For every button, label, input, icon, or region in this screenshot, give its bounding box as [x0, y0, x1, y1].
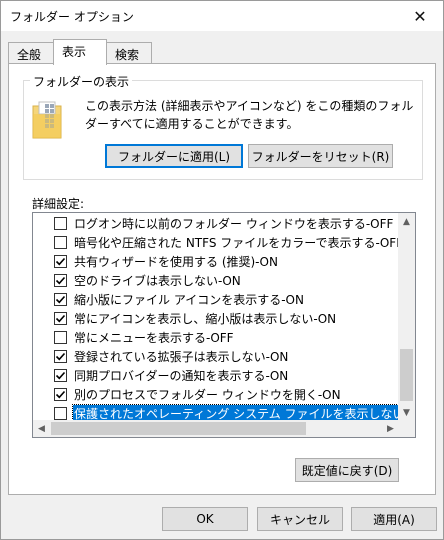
- setting-checkbox[interactable]: [54, 407, 67, 420]
- checkmark-icon: [55, 295, 66, 304]
- setting-label: 暗号化や圧縮された NTFS ファイルをカラーで表示する-OFF: [74, 236, 399, 250]
- checkmark-icon: [55, 276, 66, 285]
- setting-checkbox[interactable]: [54, 312, 67, 325]
- advanced-settings-label: 詳細設定:: [32, 197, 85, 211]
- setting-row[interactable]: 同期プロバイダーの通知を表示する-ON: [33, 367, 399, 384]
- checkmark-icon: [55, 390, 66, 399]
- setting-label: 共有ウィザードを使用する (推奨)-ON: [74, 255, 278, 269]
- horizontal-scroll-thumb[interactable]: [51, 422, 306, 435]
- setting-row[interactable]: 縮小版にファイル アイコンを表示する-ON: [33, 291, 399, 308]
- setting-checkbox[interactable]: [54, 350, 67, 363]
- apply-to-folders-button[interactable]: フォルダーに適用(L): [105, 144, 243, 168]
- checkmark-icon: [55, 352, 66, 361]
- setting-row[interactable]: 常にメニューを表示する-OFF: [33, 329, 399, 346]
- reset-folders-button[interactable]: フォルダーをリセット(R): [248, 144, 393, 168]
- setting-row[interactable]: 空のドライブは表示しない-ON: [33, 272, 399, 289]
- scroll-up-icon[interactable]: ▲: [398, 213, 415, 230]
- setting-row[interactable]: 保護されたオペレーティング システム ファイルを表示しない (推奨)-OFF: [33, 404, 399, 421]
- setting-row[interactable]: 暗号化や圧縮された NTFS ファイルをカラーで表示する-OFF: [33, 234, 399, 251]
- apply-button[interactable]: 適用(A): [351, 507, 437, 531]
- close-icon: ✕: [413, 6, 427, 26]
- window-title: フォルダー オプション: [10, 10, 134, 24]
- checkmark-icon: [55, 257, 66, 266]
- setting-checkbox[interactable]: [54, 369, 67, 382]
- setting-checkbox[interactable]: [54, 217, 67, 230]
- setting-row[interactable]: 常にアイコンを表示し、縮小版は表示しない-ON: [33, 310, 399, 327]
- setting-checkbox[interactable]: [54, 388, 67, 401]
- restore-defaults-button[interactable]: 既定値に戻す(D): [295, 458, 399, 482]
- ok-button[interactable]: OK: [162, 507, 248, 531]
- setting-checkbox[interactable]: [54, 236, 67, 249]
- setting-checkbox[interactable]: [54, 293, 67, 306]
- setting-label: 空のドライブは表示しない-ON: [74, 274, 241, 288]
- setting-label: 保護されたオペレーティング システム ファイルを表示しない (推奨)-OFF: [71, 404, 399, 421]
- tab-general[interactable]: 全般: [8, 42, 54, 64]
- setting-label: 常にメニューを表示する-OFF: [74, 331, 234, 345]
- setting-label: 縮小版にファイル アイコンを表示する-ON: [74, 293, 304, 307]
- close-button[interactable]: ✕: [397, 1, 443, 31]
- setting-label: ログオン時に以前のフォルダー ウィンドウを表示する-OFF: [74, 217, 394, 231]
- vertical-scrollbar[interactable]: ▲ ▼: [398, 213, 415, 421]
- folder-view-description: この表示方法 (詳細表示やアイコンなど) をこの種類のフォルダーすべてに適用する…: [85, 99, 414, 131]
- setting-checkbox[interactable]: [54, 331, 67, 344]
- setting-label: 常にアイコンを表示し、縮小版は表示しない-ON: [74, 312, 337, 326]
- checkmark-icon: [55, 371, 66, 380]
- scroll-corner: [398, 420, 415, 437]
- setting-label: 別のプロセスでフォルダー ウィンドウを開く-ON: [74, 388, 341, 402]
- tab-view[interactable]: 表示: [53, 39, 107, 65]
- setting-checkbox[interactable]: [54, 274, 67, 287]
- setting-row[interactable]: 共有ウィザードを使用する (推奨)-ON: [33, 253, 399, 270]
- folder-options-dialog: フォルダー オプション ✕ 全般 表示 検索 フォルダーの表示 この表示方法 (…: [0, 0, 444, 540]
- scroll-down-icon[interactable]: ▼: [398, 404, 415, 421]
- setting-label: 登録されている拡張子は表示しない-ON: [74, 350, 289, 364]
- setting-row[interactable]: 登録されている拡張子は表示しない-ON: [33, 348, 399, 365]
- advanced-settings-rows: ログオン時に以前のフォルダー ウィンドウを表示する-OFF 暗号化や圧縮された N…: [33, 213, 399, 421]
- title-bar: フォルダー オプション ✕: [1, 1, 443, 31]
- cancel-button[interactable]: キャンセル: [257, 507, 343, 531]
- checkmark-icon: [55, 314, 66, 323]
- setting-row[interactable]: ログオン時に以前のフォルダー ウィンドウを表示する-OFF: [33, 215, 399, 232]
- tab-search[interactable]: 検索: [106, 42, 152, 64]
- folder-view-legend: フォルダーの表示: [30, 73, 133, 90]
- folder-icon: [32, 101, 62, 139]
- advanced-settings-list[interactable]: ログオン時に以前のフォルダー ウィンドウを表示する-OFF 暗号化や圧縮された N…: [32, 212, 416, 438]
- vertical-scroll-thumb[interactable]: [400, 349, 413, 401]
- setting-label: 同期プロバイダーの通知を表示する-ON: [74, 369, 289, 383]
- setting-row[interactable]: 別のプロセスでフォルダー ウィンドウを開く-ON: [33, 386, 399, 403]
- horizontal-scrollbar[interactable]: ◀ ▶: [33, 420, 399, 437]
- setting-checkbox[interactable]: [54, 255, 67, 268]
- scroll-right-icon[interactable]: ▶: [382, 420, 399, 437]
- scroll-left-icon[interactable]: ◀: [33, 420, 50, 437]
